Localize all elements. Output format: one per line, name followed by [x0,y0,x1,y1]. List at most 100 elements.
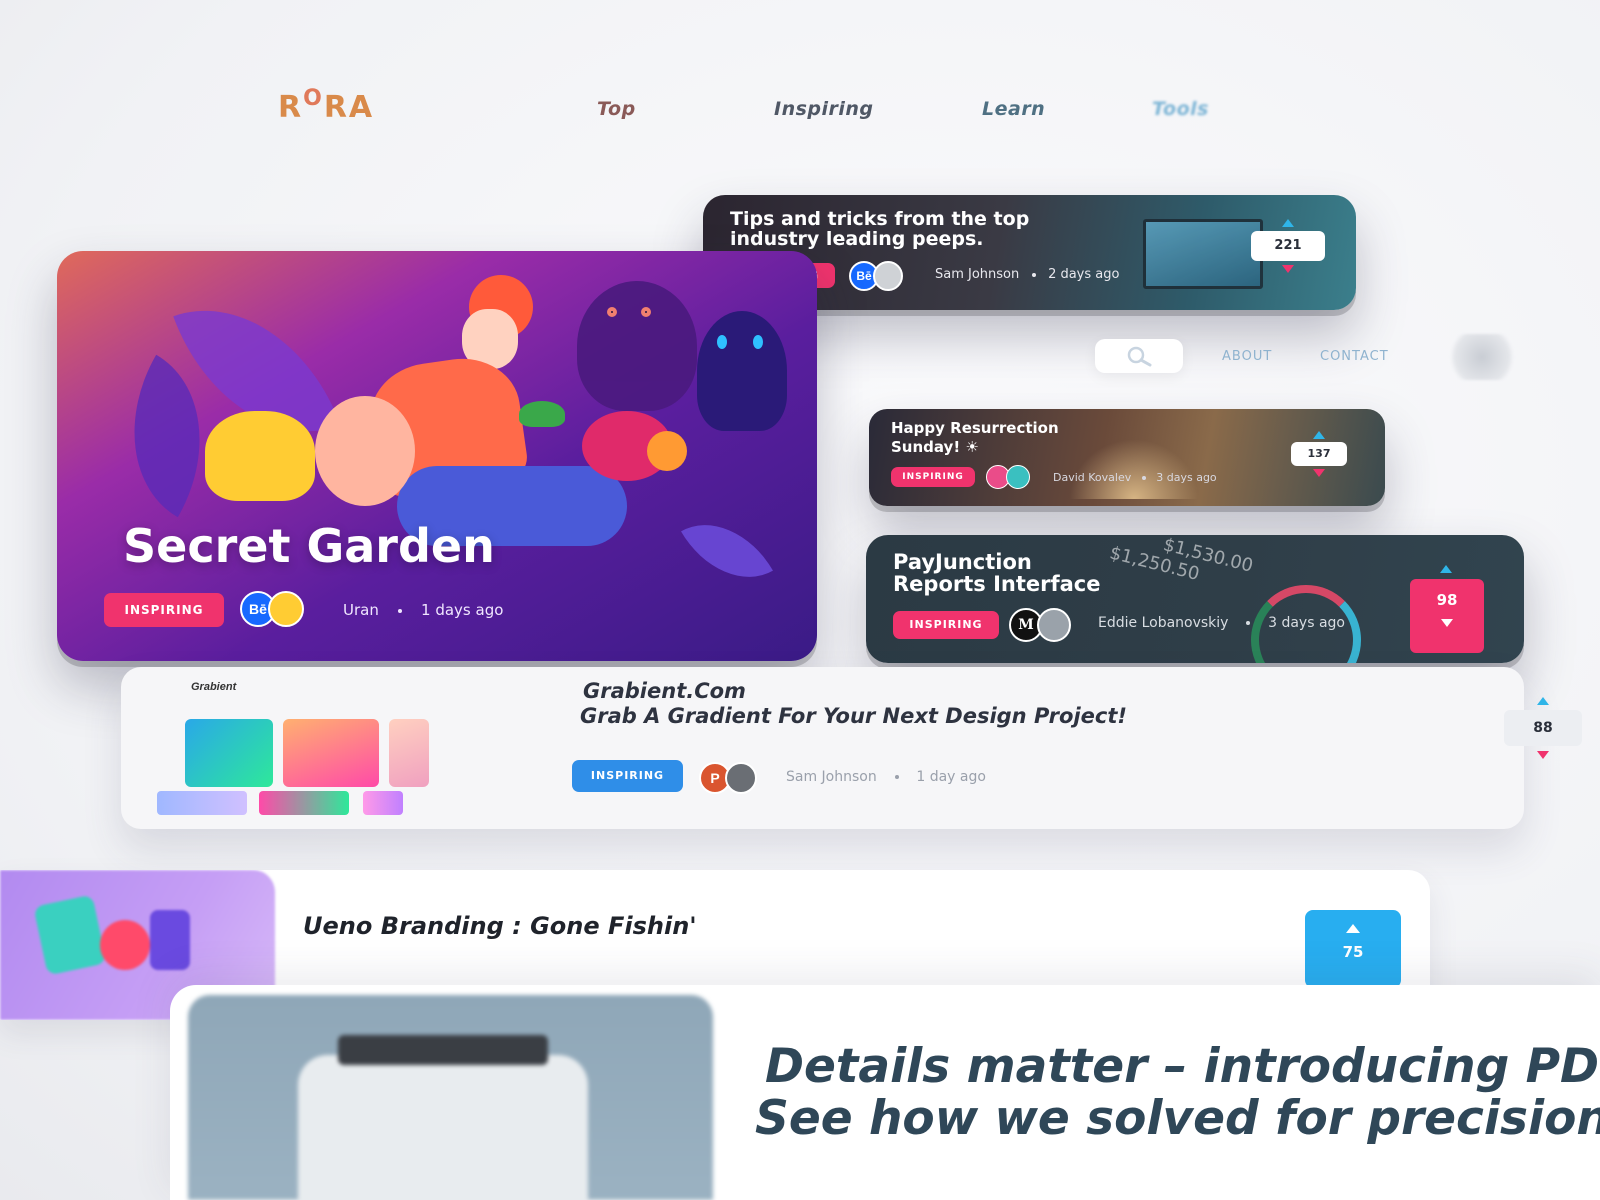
triangle-down-icon[interactable] [1313,469,1325,477]
card-secret-garden[interactable]: Secret Garden INSPIRING Bē Uran 1 days a… [57,251,817,661]
triangle-up-icon[interactable] [1313,431,1325,439]
vote-control: 88 [1504,697,1582,759]
time-ago: 3 days ago [1156,471,1217,484]
logo-letter-r: R [278,90,304,125]
author-name[interactable]: Eddie Lobanovskiy [1098,615,1228,631]
card-grab-thumb-label: Grabient [191,681,237,693]
creature-eye [753,335,763,349]
search-button[interactable] [1095,339,1183,373]
triangle-up-icon[interactable] [1537,697,1549,705]
logo-letters-ra: RA [323,90,375,125]
triangle-up-icon[interactable] [1346,924,1360,933]
user-avatar[interactable] [1443,334,1521,380]
separator-dot [397,608,402,613]
card-grabient[interactable]: Grabient Grabient.Com Grab A Gradient Fo… [121,667,1582,829]
gradient-swatch [259,791,349,815]
card-pay-meta: Eddie Lobanovskiy 3 days ago [1098,615,1345,631]
avatars: P [699,762,757,794]
vote-count: 221 [1251,231,1325,261]
tag-inspiring[interactable]: INSPIRING [104,593,224,627]
card-ueno-title: Ueno Branding : Gone Fishin' [303,912,697,940]
creature-eye [717,335,727,349]
triangle-down-icon[interactable] [1537,751,1549,759]
author-name[interactable]: Sam Johnson [935,267,1019,282]
nav-inspiring[interactable]: Inspiring [774,98,874,120]
card-tips-title-line1: Tips and tricks from the top [730,208,1030,230]
author-name[interactable]: Sam Johnson [786,769,877,785]
nav-tools[interactable]: Tools [1152,98,1209,120]
vote-count: 98 [1436,591,1458,609]
triangle-up-icon[interactable] [1440,565,1452,573]
vote-count: 88 [1504,710,1582,746]
vote-count: 75 [1342,943,1364,961]
turtle-illustration [519,401,565,427]
tag-inspiring[interactable]: INSPIRING [891,467,975,487]
card-tips-title: Tips and tricks from the top industry le… [730,209,1029,249]
triangle-down-icon[interactable] [1282,265,1294,273]
avatars [986,465,1030,489]
time-ago: 3 days ago [1268,615,1345,631]
vote-control: 137 [1291,431,1347,477]
triangle-up-icon[interactable] [1282,219,1294,227]
avatar[interactable] [268,591,304,627]
card-pay-title-line2: Reports Interface [893,572,1101,596]
author-name[interactable]: Uran [343,601,379,619]
nav-about[interactable]: ABOUT [1222,349,1272,364]
creature-illustration [577,281,697,411]
avatars: Bē [240,591,304,627]
avatar[interactable] [725,762,757,794]
vote-control: 98 [1410,579,1484,653]
separator-dot [894,775,899,779]
triangle-down-icon[interactable] [1441,619,1453,627]
card-happy-image [1069,439,1199,499]
avatars: Bē [849,261,903,291]
cat-illustration [205,411,315,501]
gradient-swatch [389,719,429,787]
3d-shape-illustration [33,894,107,976]
avatar[interactable] [1037,608,1071,642]
card-grab-title-line2: Grab A Gradient For Your Next Design Pro… [580,704,1127,728]
separator-dot [1141,476,1146,480]
search-icon [1127,346,1152,367]
car-roof-rack-illustration [338,1035,548,1065]
nav-top[interactable]: Top [597,98,636,120]
avatars: M [1009,608,1071,642]
3d-shape-illustration [100,920,150,970]
avatar[interactable] [873,261,903,291]
card-details-title-line2: See how we solved for precision [755,1091,1600,1146]
author-name[interactable]: David Kovalev [1053,471,1131,484]
card-details[interactable]: Details matter – introducing PD See how … [170,985,1600,1200]
leaf-illustration [681,501,773,601]
logo[interactable]: RORA [278,86,375,125]
card-details-title-line1: Details matter – introducing PD [765,1039,1600,1094]
creature-eye [641,307,651,317]
card-details-image [188,995,713,1200]
vote-control: 221 [1251,219,1325,273]
vote-control: 75 [1305,910,1401,988]
tag-inspiring[interactable]: INSPIRING [572,760,683,792]
card-pay-image-figures: $1,530.00 $1,250.50 [1078,535,1256,597]
card-grab-meta: Sam Johnson 1 day ago [786,769,986,785]
time-ago: 1 day ago [916,769,986,785]
car-illustration [298,1055,588,1200]
time-ago: 1 days ago [421,601,504,619]
nav-contact[interactable]: CONTACT [1320,349,1389,364]
card-pay-title-line1: PayJunction [893,550,1032,574]
card-happy-title: Happy Resurrection Sunday! ☀ [891,419,1059,457]
card-happy-title-line1: Happy Resurrection [891,419,1059,437]
card-tips-image [1143,219,1263,289]
creature-illustration [697,311,787,431]
card-payjunction[interactable]: $1,530.00 $1,250.50 PayJunction Reports … [866,535,1524,663]
card-garden-title: Secret Garden [123,519,495,573]
gradient-swatch [157,791,247,815]
nav-learn[interactable]: Learn [982,98,1045,120]
separator-dot [1031,272,1036,277]
avatar[interactable] [1006,465,1030,489]
logo-letter-o: O [303,86,324,111]
vote-count: 137 [1291,442,1347,466]
card-happy-title-line2: Sunday! ☀ [891,438,979,456]
tag-inspiring[interactable]: INSPIRING [893,611,999,639]
bird-wing-illustration [647,431,687,471]
gradient-swatch [185,719,273,787]
card-happy-resurrection[interactable]: Happy Resurrection Sunday! ☀ INSPIRING D… [869,409,1385,506]
